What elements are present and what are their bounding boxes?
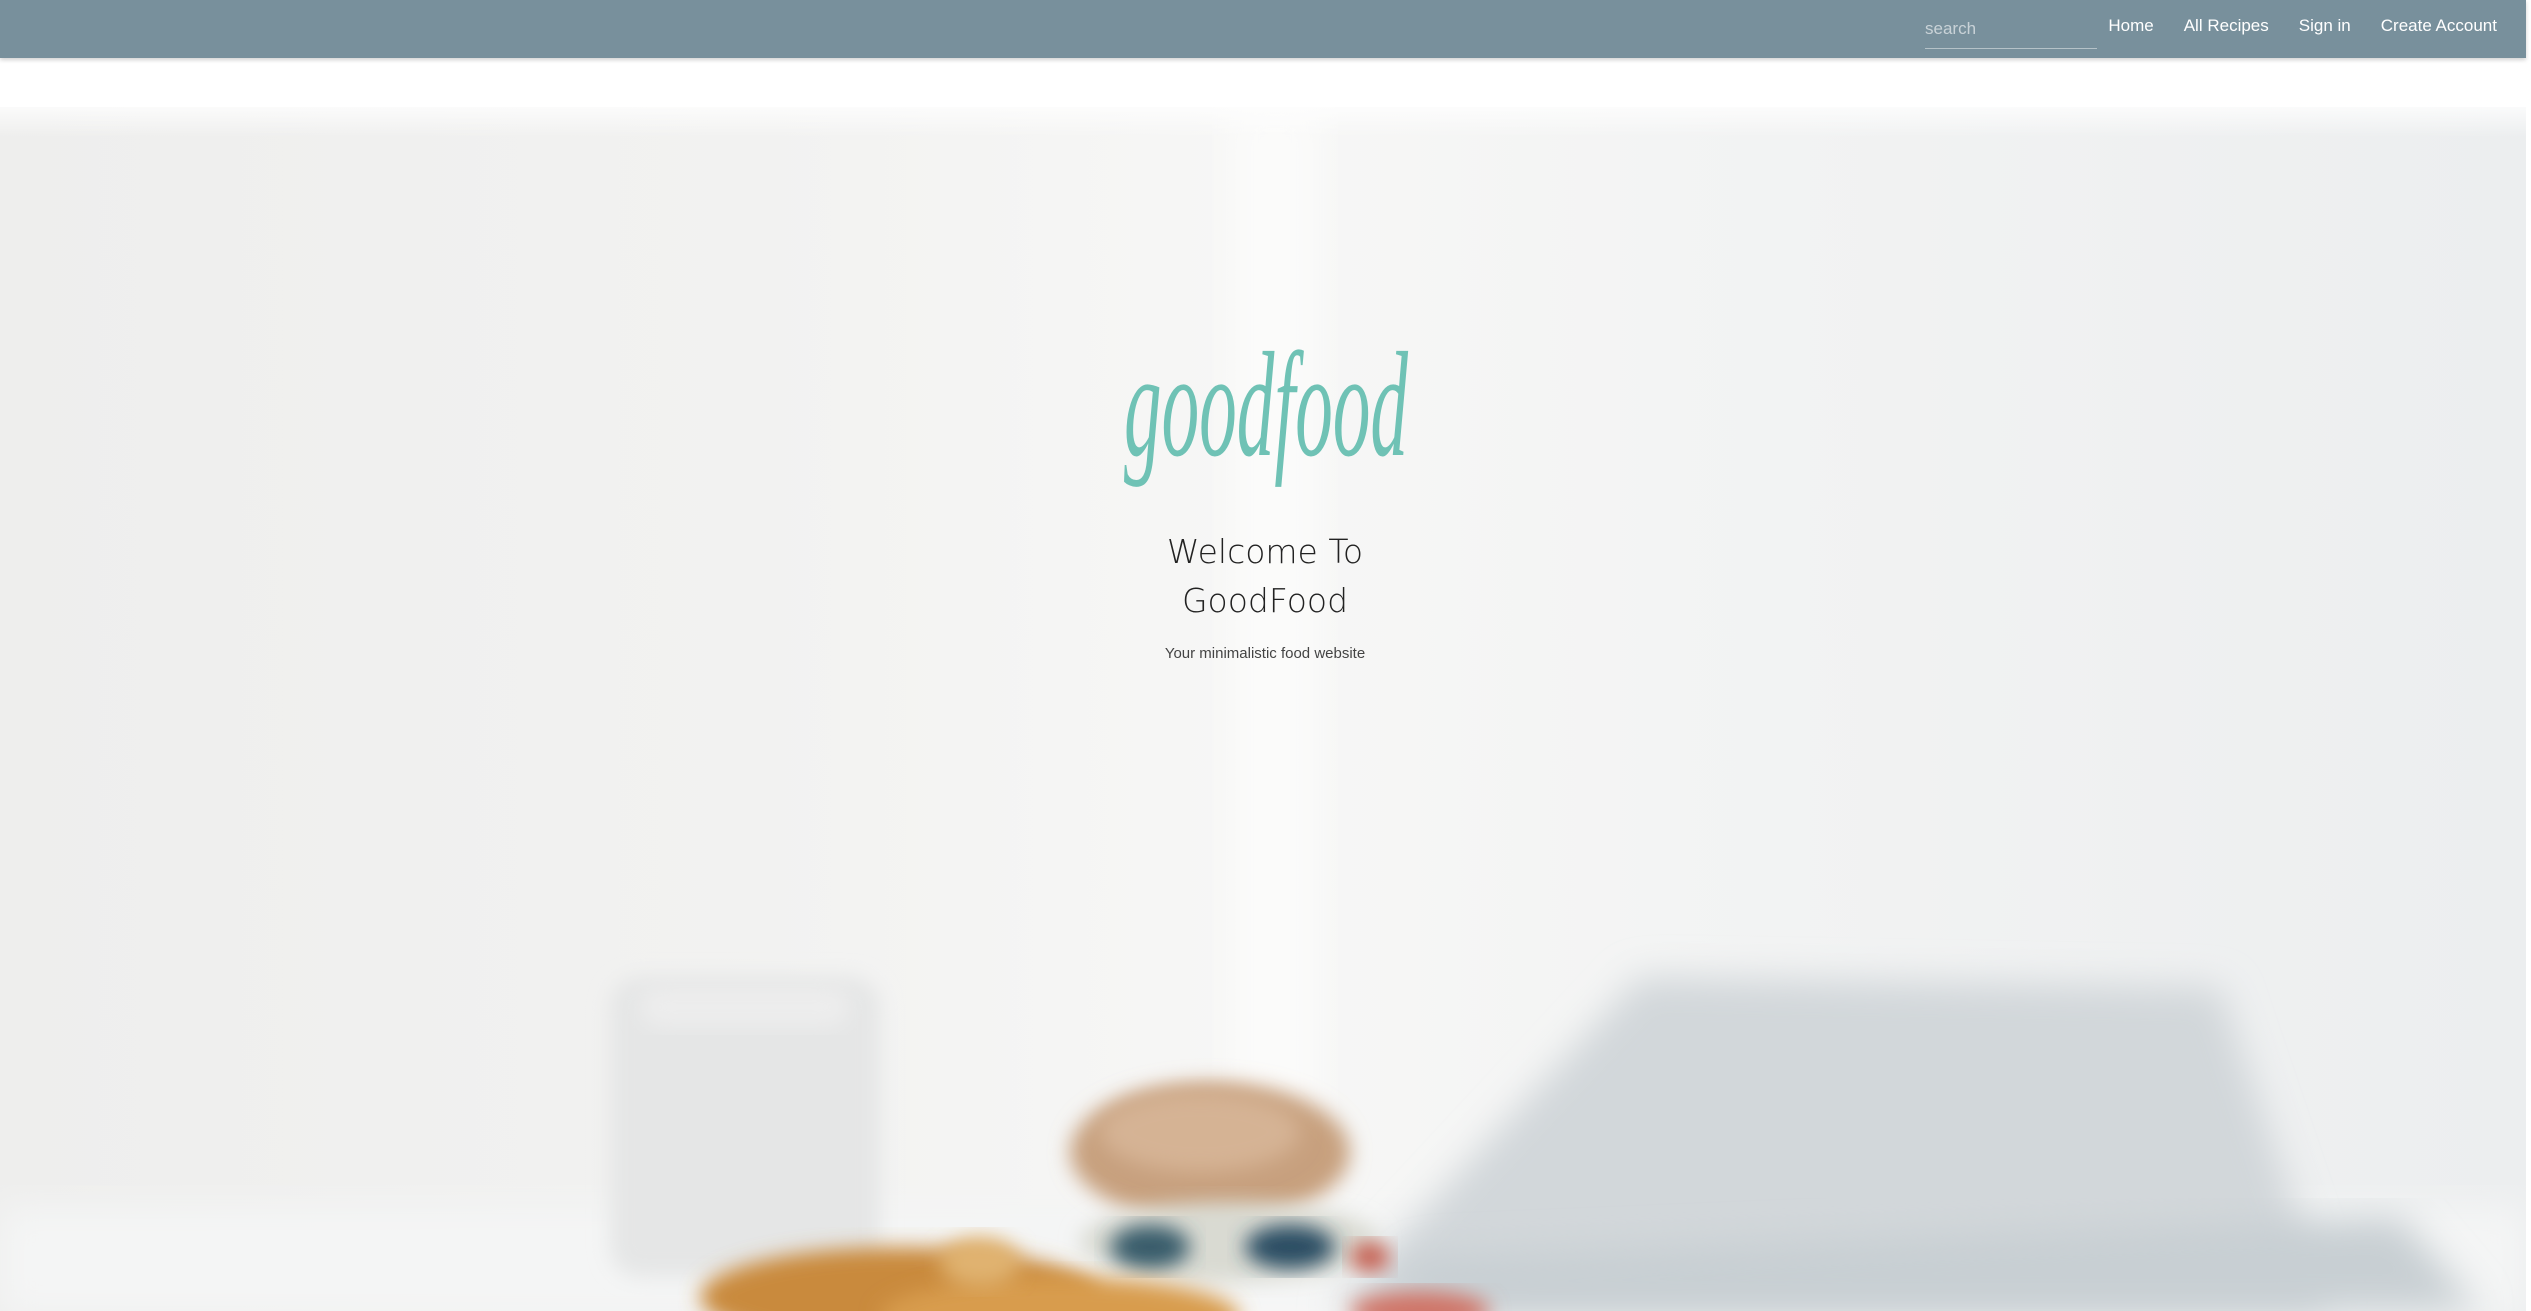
- search-input[interactable]: [1925, 10, 2097, 49]
- hero-subtitle: Your minimalistic food website: [1164, 645, 1366, 662]
- svg-text:goodfood: goodfood: [1124, 347, 1408, 487]
- welcome-heading-line1: Welcome To: [1166, 532, 1364, 571]
- hero-background-photo: [0, 107, 2526, 1311]
- nav-link-sign-in[interactable]: Sign in: [2299, 16, 2351, 36]
- nav-link-home[interactable]: Home: [2108, 16, 2153, 36]
- nav-links: Home All Recipes Sign in Create Account: [2108, 0, 2497, 52]
- hero-top-fade: [0, 107, 2526, 137]
- welcome-heading: Welcome To GoodFood: [1013, 527, 1517, 625]
- nav-link-create-account[interactable]: Create Account: [2381, 16, 2497, 36]
- goodfood-logo: goodfood: [1124, 347, 1408, 487]
- top-navbar: Home All Recipes Sign in Create Account: [0, 0, 2526, 58]
- nav-link-all-recipes[interactable]: All Recipes: [2184, 16, 2269, 36]
- hero-section: goodfood Welcome To GoodFood Your minima…: [0, 107, 2526, 1311]
- welcome-heading-line2: GoodFood: [1181, 581, 1349, 620]
